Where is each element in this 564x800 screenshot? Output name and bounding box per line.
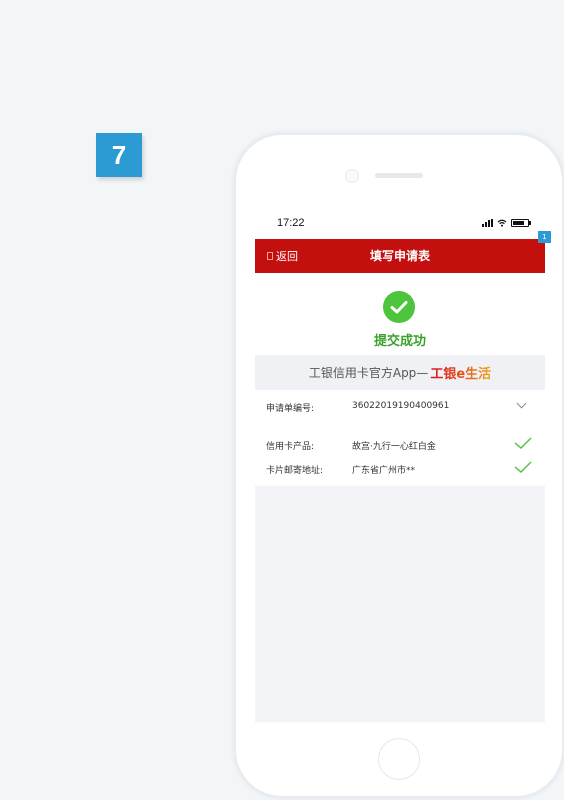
status-icons [482, 219, 531, 227]
info-row-application-number[interactable]: 申请单编号: 36022019190400961 [255, 397, 545, 417]
home-button[interactable] [378, 738, 420, 780]
info-value: 36022019190400961 [352, 401, 450, 411]
nav-bar: 返回 填写申请表 [255, 239, 545, 273]
promo-banner[interactable]: 工银信用卡官方App— 工银e生活 [255, 355, 545, 390]
promo-brand: 工银e生活 [430, 363, 491, 382]
battery-icon [511, 219, 531, 227]
success-message: 提交成功 [373, 334, 426, 349]
speaker-grille [375, 173, 423, 178]
front-camera-icon [345, 169, 359, 183]
status-bar: 17:22 [255, 208, 545, 238]
check-icon [514, 437, 532, 449]
info-row-mailing-address: 卡片邮寄地址: 广东省广州市** [255, 459, 545, 479]
phone-screen: 17:22 返回 填写申请表 提交成功 工银信用卡官方App— 工银e生活 申请… [255, 208, 545, 722]
wifi-icon [497, 219, 507, 227]
signal-icon [482, 219, 493, 227]
info-value: 广东省广州市** [352, 466, 416, 476]
empty-content-area [255, 486, 545, 722]
info-row-card-product: 信用卡产品: 故宫·九行一心红白金 [255, 435, 545, 455]
check-icon [514, 461, 532, 473]
page-title: 填写申请表 [369, 249, 430, 263]
success-check-icon [383, 291, 415, 323]
corner-tag: 1 [538, 231, 551, 243]
promo-prefix: 工银信用卡官方App— [308, 366, 429, 380]
chevron-down-icon[interactable] [516, 398, 527, 409]
info-label: 申请单编号: [266, 404, 315, 414]
info-value: 故宫·九行一心红白金 [352, 442, 436, 452]
status-time: 17:22 [277, 217, 305, 229]
info-label: 卡片邮寄地址: [266, 466, 324, 476]
info-label: 信用卡产品: [266, 442, 315, 452]
step-number-badge: 7 [96, 133, 142, 177]
